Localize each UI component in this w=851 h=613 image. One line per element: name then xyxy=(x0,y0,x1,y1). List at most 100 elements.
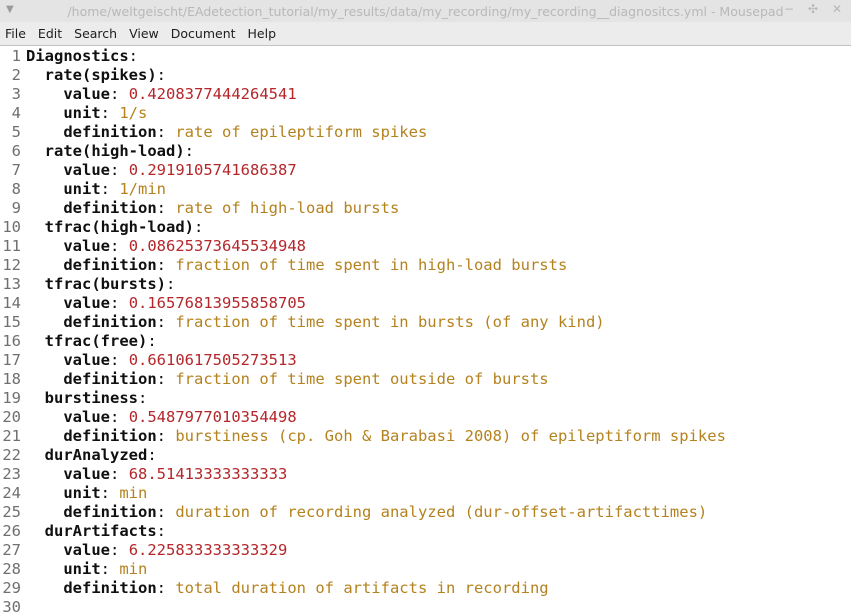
editor-line[interactable]: 27 value: 6.225833333333329 xyxy=(0,541,287,560)
line-number: 24 xyxy=(2,484,21,502)
yaml-colon: : xyxy=(156,199,166,217)
editor-line[interactable]: 13 tfrac(bursts): xyxy=(0,275,175,294)
editor-line[interactable]: 5 definition: rate of epileptiform spike… xyxy=(0,123,428,142)
minimize-icon[interactable]: − xyxy=(783,2,795,16)
yaml-colon: : xyxy=(147,332,157,350)
editor-line[interactable]: 28 unit: min xyxy=(0,560,147,579)
line-number: 14 xyxy=(2,294,21,312)
line-number: 8 xyxy=(11,180,21,198)
yaml-key: rate(spikes) xyxy=(44,66,157,84)
yaml-number-value: 0.08625373645534948 xyxy=(128,237,306,255)
editor-line[interactable]: 22 durAnalyzed: xyxy=(0,446,156,465)
editor-line[interactable]: 29 definition: total duration of artifac… xyxy=(0,579,548,598)
yaml-key: unit xyxy=(63,180,101,198)
editor-line[interactable]: 19 burstiness: xyxy=(0,389,147,408)
line-number: 3 xyxy=(11,85,21,103)
yaml-key: value xyxy=(63,294,110,312)
editor-line[interactable]: 18 definition: fraction of time spent ou… xyxy=(0,370,548,389)
yaml-key: value xyxy=(63,408,110,426)
yaml-key: definition xyxy=(63,123,157,141)
line-number: 25 xyxy=(2,503,21,521)
yaml-colon: : xyxy=(110,161,120,179)
editor-line[interactable]: 24 unit: min xyxy=(0,484,147,503)
menu-edit[interactable]: Edit xyxy=(32,26,68,41)
yaml-colon: : xyxy=(110,408,120,426)
editor-line[interactable]: 1 Diagnostics: xyxy=(0,47,138,66)
title-bar[interactable]: ▼ /home/weltgeischt/EAdetection_tutorial… xyxy=(0,0,851,22)
editor-line[interactable]: 9 definition: rate of high-load bursts xyxy=(0,199,400,218)
yaml-string-value: duration of recording analyzed (dur-offs… xyxy=(175,503,708,521)
yaml-colon: : xyxy=(138,389,148,407)
line-content: definition: fraction of time spent in bu… xyxy=(26,313,604,332)
yaml-colon: : xyxy=(110,85,120,103)
line-number: 6 xyxy=(11,142,21,160)
line-number: 13 xyxy=(2,275,21,293)
editor-line[interactable]: 21 definition: burstiness (cp. Goh & Bar… xyxy=(0,427,726,446)
editor-line[interactable]: 11 value: 0.08625373645534948 xyxy=(0,237,306,256)
line-content: value: 0.6610617505273513 xyxy=(26,351,296,370)
line-number: 2 xyxy=(11,66,21,84)
menu-document[interactable]: Document xyxy=(165,26,242,41)
editor-line[interactable]: 12 definition: fraction of time spent in… xyxy=(0,256,567,275)
editor-line[interactable]: 26 durArtifacts: xyxy=(0,522,166,541)
editor-line[interactable]: 10 tfrac(high-load): xyxy=(0,218,203,237)
editor-line[interactable]: 17 value: 0.6610617505273513 xyxy=(0,351,296,370)
editor-line[interactable]: 6 rate(high-load): xyxy=(0,142,194,161)
yaml-key: tfrac(free) xyxy=(44,332,148,350)
yaml-key: Diagnostics xyxy=(26,47,129,65)
editor-line[interactable]: 14 value: 0.16576813955858705 xyxy=(0,294,306,313)
line-number: 17 xyxy=(2,351,21,369)
yaml-number-value: 0.2919105741686387 xyxy=(128,161,297,179)
line-content: tfrac(bursts): xyxy=(26,275,176,294)
editor-line[interactable]: 8 unit: 1/min xyxy=(0,180,166,199)
editor-line[interactable]: 20 value: 0.5487977010354498 xyxy=(0,408,296,427)
yaml-number-value: 0.4208377444264541 xyxy=(128,85,297,103)
yaml-key: definition xyxy=(63,370,157,388)
maximize-icon[interactable]: ✣ xyxy=(807,2,819,16)
line-number: 16 xyxy=(2,332,21,350)
editor-line[interactable]: 25 definition: duration of recording ana… xyxy=(0,503,707,522)
text-editor[interactable]: 1 Diagnostics: 2 rate(spikes): 3 value: 0.4… xyxy=(0,46,851,613)
line-content: unit: min xyxy=(26,484,147,503)
yaml-colon: : xyxy=(156,256,166,274)
yaml-colon: : xyxy=(166,275,176,293)
menu-view[interactable]: View xyxy=(123,26,165,41)
menu-search[interactable]: Search xyxy=(68,26,123,41)
editor-line[interactable]: 2 rate(spikes): xyxy=(0,66,166,85)
editor-line[interactable]: 15 definition: fraction of time spent in… xyxy=(0,313,604,332)
line-number: 21 xyxy=(2,427,21,445)
menu-file[interactable]: File xyxy=(0,26,32,41)
line-number: 29 xyxy=(2,579,21,597)
menu-help[interactable]: Help xyxy=(242,26,283,41)
editor-line[interactable]: 3 value: 0.4208377444264541 xyxy=(0,85,297,104)
editor-line[interactable]: 16 tfrac(free): xyxy=(0,332,156,351)
line-content: Diagnostics: xyxy=(26,47,138,66)
editor-line[interactable]: 4 unit: 1/s xyxy=(0,104,148,123)
line-content: definition: rate of epileptiform spikes xyxy=(26,123,427,142)
editor-line[interactable]: 7 value: 0.2919105741686387 xyxy=(0,161,297,180)
close-icon[interactable]: ✕ xyxy=(831,2,843,16)
line-content: value: 0.4208377444264541 xyxy=(26,85,297,104)
line-content: value: 68.51413333333333 xyxy=(26,465,287,484)
yaml-key: value xyxy=(63,351,110,369)
editor-line[interactable]: 30 xyxy=(0,598,21,613)
yaml-string-value: min xyxy=(119,560,148,578)
line-content: tfrac(high-load): xyxy=(26,218,204,237)
yaml-string-value: total duration of artifacts in recording xyxy=(175,579,549,597)
editor-line[interactable]: 23 value: 68.51413333333333 xyxy=(0,465,287,484)
yaml-colon: : xyxy=(156,313,166,331)
